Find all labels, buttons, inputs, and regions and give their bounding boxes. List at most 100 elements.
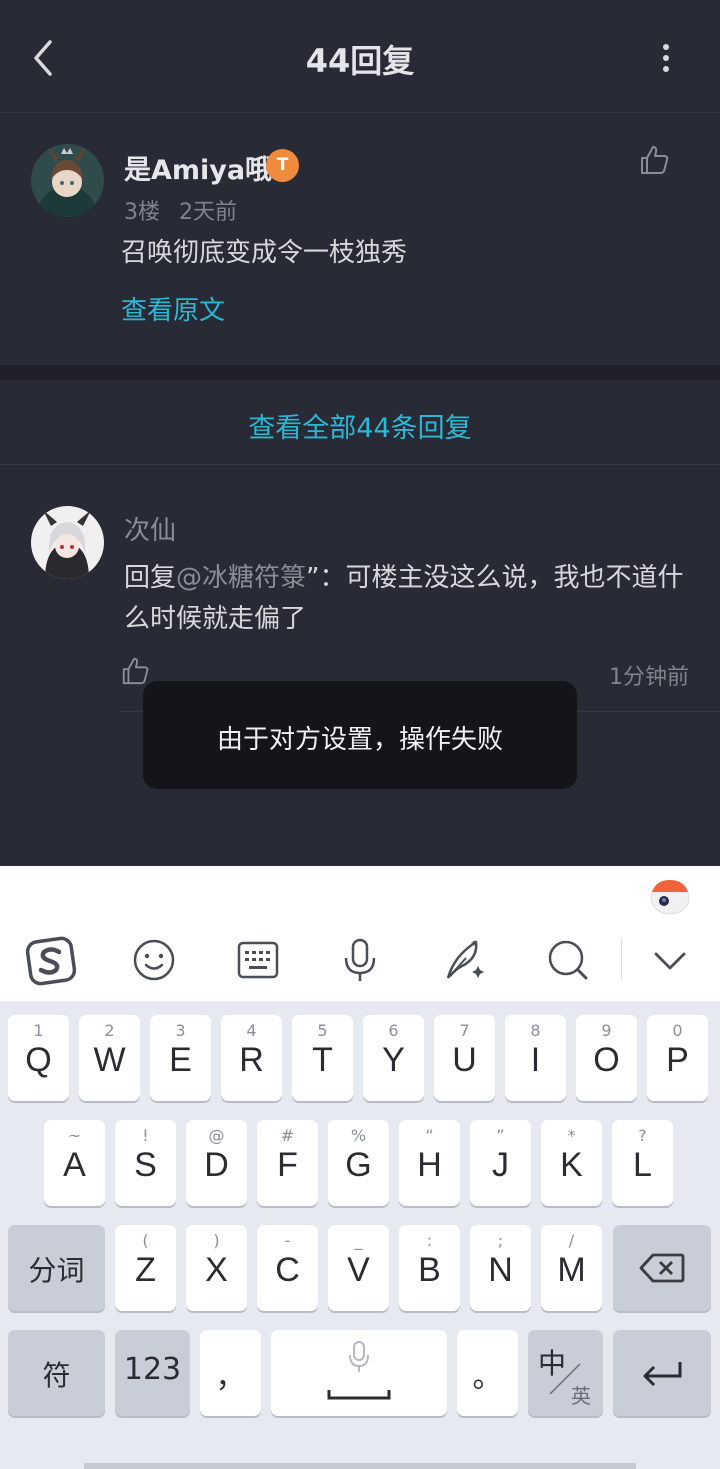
- key-n[interactable]: ; N: [470, 1225, 531, 1311]
- toolbar-divider: [621, 938, 622, 980]
- key-b[interactable]: :B: [399, 1225, 460, 1311]
- key-hint: “: [425, 1126, 434, 1145]
- top-bar: 44回复: [0, 0, 720, 113]
- keyboard-icon[interactable]: [234, 936, 282, 984]
- key-a[interactable]: ~ A: [44, 1120, 105, 1206]
- number-key-label: 123: [123, 1352, 182, 1387]
- microphone-icon[interactable]: [336, 936, 384, 984]
- reply-username[interactable]: 次仙: [124, 510, 176, 547]
- comma-key[interactable]: ，: [200, 1330, 261, 1416]
- key-hint: 7: [459, 1021, 470, 1040]
- key-label: K: [560, 1146, 583, 1184]
- key-hint: :: [426, 1231, 433, 1250]
- key-w[interactable]: 2W: [79, 1015, 140, 1101]
- number-key[interactable]: 123: [115, 1330, 190, 1416]
- key-g[interactable]: % G: [328, 1120, 389, 1206]
- symbol-key-label: 符: [42, 1359, 71, 1392]
- enter-icon: [643, 1362, 682, 1387]
- period-key[interactable]: 。: [457, 1330, 518, 1416]
- key-hint: ”: [496, 1126, 505, 1145]
- search-icon[interactable]: [544, 936, 592, 984]
- post-username[interactable]: 是Amiya哦: [124, 148, 272, 187]
- language-sub-label: 英: [571, 1384, 591, 1408]
- key-j[interactable]: ” J: [470, 1120, 531, 1206]
- key-k[interactable]: * K: [541, 1120, 602, 1206]
- thumbs-up-icon[interactable]: [638, 144, 670, 176]
- key-label: C: [275, 1251, 300, 1289]
- key-l[interactable]: ? L: [612, 1120, 673, 1206]
- key-hint: 3: [175, 1021, 186, 1040]
- more-options-button[interactable]: [650, 42, 682, 74]
- microphone-icon: [349, 1341, 369, 1372]
- key-e[interactable]: 3E: [150, 1015, 211, 1101]
- key-hint: *: [567, 1126, 576, 1145]
- avatar[interactable]: [31, 506, 104, 579]
- key-hint: 5: [317, 1021, 328, 1040]
- key-t[interactable]: 5T: [292, 1015, 353, 1101]
- reply-mention[interactable]: @冰糖符箓: [176, 563, 306, 593]
- mascot-icon[interactable]: [648, 874, 692, 916]
- view-all-replies-link[interactable]: 查看全部44条回复: [0, 406, 720, 445]
- key-label: X: [205, 1251, 228, 1289]
- home-indicator: [84, 1463, 636, 1469]
- key-hint: 6: [388, 1021, 399, 1040]
- key-hint: 8: [530, 1021, 541, 1040]
- key-y[interactable]: 6Y: [363, 1015, 424, 1101]
- key-m[interactable]: / M: [541, 1225, 602, 1311]
- chevron-down-icon[interactable]: [646, 936, 694, 984]
- avatar[interactable]: [31, 144, 104, 217]
- thumbs-up-icon[interactable]: [120, 656, 150, 686]
- key-hint: 0: [672, 1021, 683, 1040]
- segment-key[interactable]: 分词: [8, 1225, 105, 1311]
- symbol-key[interactable]: 符: [8, 1330, 105, 1416]
- post-meta: 3楼 2天前: [124, 200, 237, 225]
- key-label: B: [418, 1251, 441, 1289]
- view-original-link[interactable]: 查看原文: [121, 290, 225, 327]
- key-label: M: [557, 1251, 586, 1289]
- key-h[interactable]: “H: [399, 1120, 460, 1206]
- space-bar-icon: [327, 1390, 391, 1400]
- key-v[interactable]: _ V: [328, 1225, 389, 1311]
- key-i[interactable]: 8I: [505, 1015, 566, 1101]
- key-hint: %: [350, 1126, 367, 1145]
- key-p[interactable]: 0P: [647, 1015, 708, 1101]
- toast-message: 由于对方设置，操作失败: [143, 681, 577, 789]
- key-z[interactable]: (Z: [115, 1225, 176, 1311]
- key-label: L: [633, 1146, 652, 1184]
- comma-key-label: ，: [215, 1360, 246, 1395]
- key-r[interactable]: 4R: [221, 1015, 282, 1101]
- key-u[interactable]: 7U: [434, 1015, 495, 1101]
- key-label: I: [530, 1041, 541, 1079]
- reply-item: 次仙 回复@冰糖符箓”：可楼主没这么说，我也不道什么时候就走偏了 1分钟前 暂无…: [0, 466, 720, 866]
- key-hint: !: [142, 1126, 149, 1145]
- language-switch-key[interactable]: 中 英: [528, 1330, 603, 1416]
- sogou-logo-icon[interactable]: [25, 936, 77, 986]
- level-badge: T: [266, 149, 299, 182]
- key-o[interactable]: 9O: [576, 1015, 637, 1101]
- key-label: Y: [382, 1041, 405, 1079]
- key-hint: _: [354, 1231, 363, 1250]
- toast-text: 由于对方设置，操作失败: [216, 725, 503, 755]
- more-vertical-icon: [663, 44, 669, 50]
- space-key[interactable]: [271, 1330, 447, 1416]
- key-label: O: [593, 1041, 620, 1079]
- emoji-icon[interactable]: [130, 936, 178, 984]
- key-s[interactable]: ! S: [115, 1120, 176, 1206]
- backspace-key[interactable]: [613, 1225, 711, 1311]
- key-q[interactable]: 1Q: [8, 1015, 69, 1101]
- key-hint: /: [568, 1231, 575, 1250]
- key-label: Q: [25, 1041, 52, 1079]
- key-hint: 2: [104, 1021, 115, 1040]
- key-c[interactable]: -C: [257, 1225, 318, 1311]
- ime-keyboard: 1Q2W3E4R5T6Y7U8I9O0P ~ A! S @ D # F% G “H” J * K? L …: [0, 866, 720, 1469]
- key-d[interactable]: @ D: [186, 1120, 247, 1206]
- view-all-replies-row[interactable]: 查看全部44条回复: [0, 380, 720, 465]
- handwriting-icon[interactable]: [440, 936, 488, 984]
- post-text: 召唤彻底变成令一枝独秀: [121, 238, 408, 268]
- key-f[interactable]: # F: [257, 1120, 318, 1206]
- key-hint: -: [284, 1231, 291, 1250]
- key-x[interactable]: ) X: [186, 1225, 247, 1311]
- enter-key[interactable]: [613, 1330, 711, 1416]
- key-hint: 9: [601, 1021, 612, 1040]
- key-label: A: [63, 1146, 86, 1184]
